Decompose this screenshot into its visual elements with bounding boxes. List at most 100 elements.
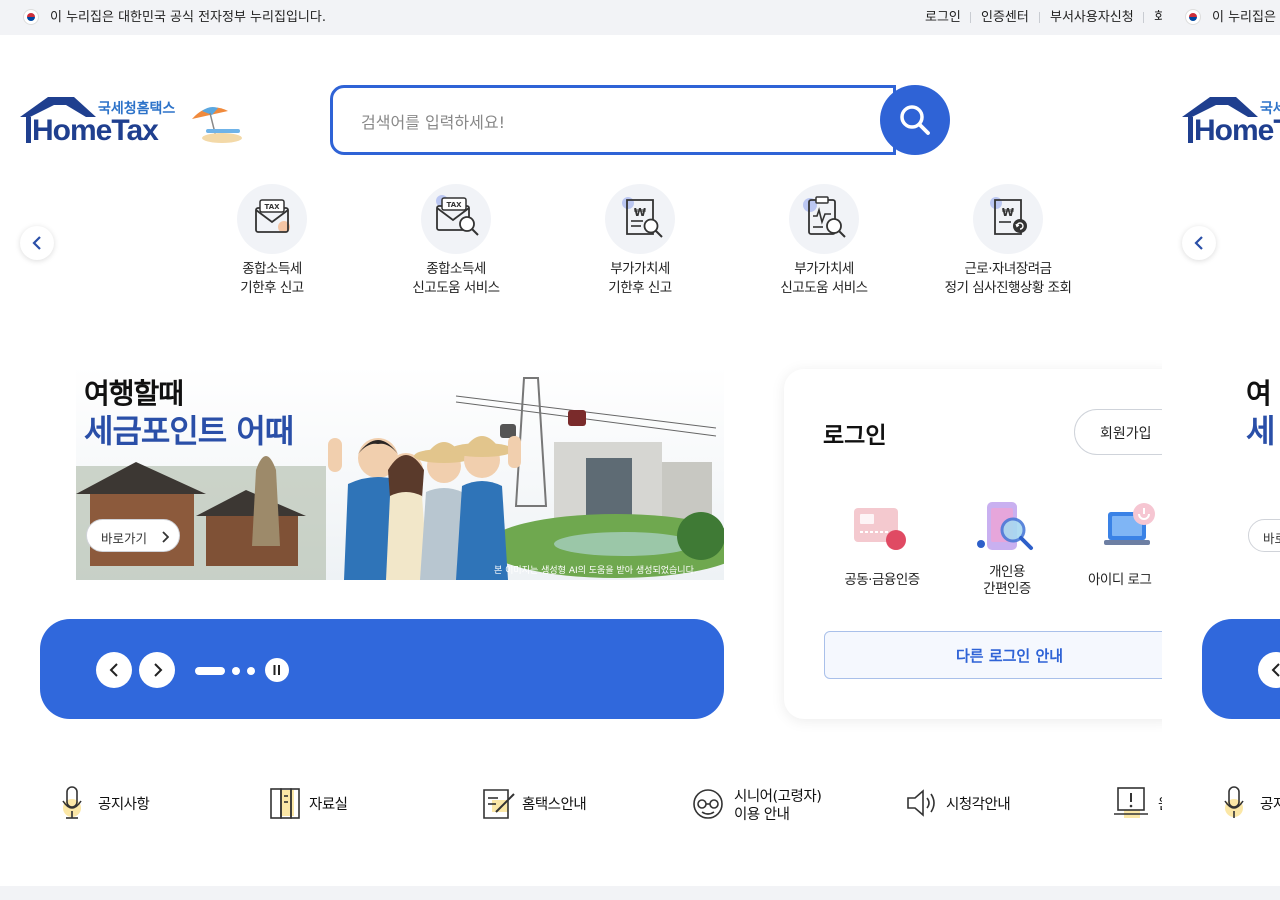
bottom-link-guide[interactable]: 홈택스안내 bbox=[482, 784, 622, 822]
banner-title-line2: 세금포인트 어때 bbox=[84, 412, 294, 450]
footer-strip bbox=[0, 886, 1280, 900]
beach-umbrella-icon bbox=[192, 107, 242, 143]
quick-prev-button[interactable] bbox=[20, 226, 54, 260]
service-label-line1: 부가가치세 bbox=[794, 261, 854, 277]
service-label-line1: 근로·자녀장려금 bbox=[964, 261, 1052, 277]
laptop-power-icon bbox=[1104, 503, 1155, 545]
search-button[interactable] bbox=[880, 85, 950, 155]
search-icon bbox=[900, 105, 930, 135]
bottom-link-archive[interactable]: 자료실 bbox=[270, 784, 380, 822]
banner-prev-button[interactable] bbox=[96, 652, 132, 688]
util-dept-user-link[interactable]: 부서사용자신청 bbox=[1050, 0, 1134, 35]
laptop-alert-icon bbox=[1114, 787, 1148, 818]
receipt-search-icon: ₩ bbox=[605, 184, 675, 254]
chevron-left-icon bbox=[1271, 663, 1280, 677]
chevron-left-icon bbox=[109, 663, 118, 677]
chevron-left-icon bbox=[1194, 236, 1203, 250]
banner-go-label: 바로 bbox=[1263, 531, 1280, 546]
banner-go-label: 바로가기 bbox=[101, 531, 148, 546]
ai-generated-note: 본 이미지는 생성형 AI의 도움을 받아 생성되었습니다. bbox=[494, 566, 697, 576]
banner-title-line2: 세 bbox=[1246, 412, 1275, 450]
tax-envelope-icon: TAX bbox=[237, 184, 307, 254]
divider bbox=[970, 12, 971, 23]
login-method-id[interactable]: 아이디 로그 bbox=[1078, 498, 1162, 602]
chevron-left-icon bbox=[32, 236, 41, 250]
korea-flag-icon bbox=[23, 9, 39, 25]
bottom-link-notice[interactable]: 공지사항 bbox=[60, 784, 180, 822]
senior-icon bbox=[693, 789, 723, 819]
bottom-link-label: 이용 안내 bbox=[734, 807, 790, 823]
service-label-line1: 종합소득세 bbox=[426, 261, 486, 277]
search-box bbox=[330, 85, 896, 155]
bottom-link-label: 홈택스안내 bbox=[522, 797, 587, 813]
search-input[interactable] bbox=[359, 106, 863, 138]
pause-icon bbox=[273, 665, 280, 675]
bottom-link-label: 공지 bbox=[1260, 797, 1280, 813]
bottom-link-senior[interactable]: 시니어(고령자) 이용 안내 bbox=[692, 784, 852, 824]
login-method-label: 아이디 로그 bbox=[1088, 572, 1152, 588]
quick-service-item[interactable]: ₩ 부가가치세기한후 신고 bbox=[550, 184, 730, 298]
other-login-label: 다른 로그인 안내 bbox=[956, 647, 1064, 665]
edit-note-icon bbox=[483, 789, 515, 819]
svg-text:₩: ₩ bbox=[634, 206, 646, 219]
banner-pause-button[interactable] bbox=[265, 658, 289, 682]
quick-service-item[interactable]: ₩ 근로·자녀장려금정기 심사진행상황 조회 bbox=[918, 184, 1098, 298]
divider bbox=[1143, 12, 1144, 23]
banner-indicator[interactable] bbox=[247, 667, 255, 675]
banner-indicator[interactable] bbox=[232, 667, 240, 675]
hometax-logo[interactable]: 국세청홈택스 HomeTax bbox=[20, 95, 250, 150]
login-method-label: 개인용 bbox=[989, 564, 1025, 580]
bottom-link-label: 시청각안내 bbox=[946, 797, 1011, 813]
login-method-label: 간편인증 bbox=[983, 581, 1031, 597]
service-label-line2: 정기 심사진행상황 조회 bbox=[944, 280, 1072, 296]
chevron-right-icon bbox=[162, 531, 169, 543]
quick-service-item[interactable]: TAX 종합소득세기한후 신고 bbox=[182, 184, 362, 298]
quick-prev-button[interactable] bbox=[1182, 226, 1216, 260]
korea-flag-icon bbox=[1185, 9, 1201, 25]
divider bbox=[1039, 12, 1040, 23]
service-label-line2: 기한후 신고 bbox=[608, 280, 672, 296]
quick-service-item[interactable]: TAX 종합소득세신고도움 서비스 bbox=[366, 184, 546, 298]
logo-title: HomeTax bbox=[1194, 114, 1280, 147]
login-method-label: 공동·금융인증 bbox=[844, 572, 920, 588]
bottom-link-more[interactable]: 원 bbox=[1114, 784, 1162, 822]
service-label-line2: 기한후 신고 bbox=[240, 280, 304, 296]
join-label: 회원가입 bbox=[1100, 426, 1152, 442]
login-method-simple-auth[interactable]: 개인용 간편인증 bbox=[955, 498, 1059, 602]
repeated-layout-preview: 국세청홈택스 HomeTax 여 세 바로 공지 bbox=[1162, 35, 1280, 886]
document-refresh-icon: ₩ bbox=[973, 184, 1043, 254]
service-label-line1: 부가가치세 bbox=[610, 261, 670, 277]
logo-title: HomeTax bbox=[32, 114, 159, 147]
gov-notice-text: 이 누리집은 bbox=[1212, 10, 1276, 25]
bottom-link-label: 공지사항 bbox=[98, 797, 150, 813]
microphone-icon bbox=[62, 786, 82, 819]
gov-banner-bar-repeat: 이 누리집은 bbox=[1162, 0, 1280, 35]
svg-text:TAX: TAX bbox=[446, 201, 462, 209]
svg-text:₩: ₩ bbox=[1002, 206, 1014, 219]
gov-notice-text: 이 누리집은 대한민국 공식 전자정부 누리집입니다. bbox=[50, 10, 326, 25]
chevron-right-icon bbox=[154, 663, 163, 677]
svg-text:TAX: TAX bbox=[264, 203, 280, 211]
service-label-line2: 신고도움 서비스 bbox=[780, 280, 868, 296]
util-login-link[interactable]: 로그인 bbox=[925, 0, 961, 35]
certificate-card-icon bbox=[854, 508, 906, 550]
bottom-link-av-guide[interactable]: 시청각안내 bbox=[906, 784, 1036, 822]
util-cert-center-link[interactable]: 인증센터 bbox=[981, 0, 1029, 35]
folder-icon bbox=[270, 788, 300, 819]
bottom-link-label: 자료실 bbox=[309, 797, 348, 813]
banner-indicator-active[interactable] bbox=[195, 667, 225, 675]
service-label-line1: 종합소득세 bbox=[242, 261, 302, 277]
phone-search-icon bbox=[977, 502, 1033, 550]
speaker-icon bbox=[907, 789, 935, 817]
clipboard-search-icon bbox=[789, 184, 859, 254]
login-method-certificate[interactable]: 공동·금융인증 bbox=[830, 498, 934, 602]
banner-go-button[interactable]: 바로 bbox=[1248, 519, 1280, 552]
banner-go-button[interactable]: 바로가기 bbox=[86, 519, 180, 552]
microphone-icon bbox=[1224, 786, 1244, 818]
banner-next-button[interactable] bbox=[139, 652, 175, 688]
quick-service-item[interactable]: 부가가치세신고도움 서비스 bbox=[734, 184, 914, 298]
login-title: 로그인 bbox=[823, 423, 887, 449]
tax-envelope-search-icon: TAX bbox=[421, 184, 491, 254]
other-login-guide-button[interactable]: 다른 로그인 안내 bbox=[824, 631, 1184, 679]
service-label-line2: 신고도움 서비스 bbox=[412, 280, 500, 296]
